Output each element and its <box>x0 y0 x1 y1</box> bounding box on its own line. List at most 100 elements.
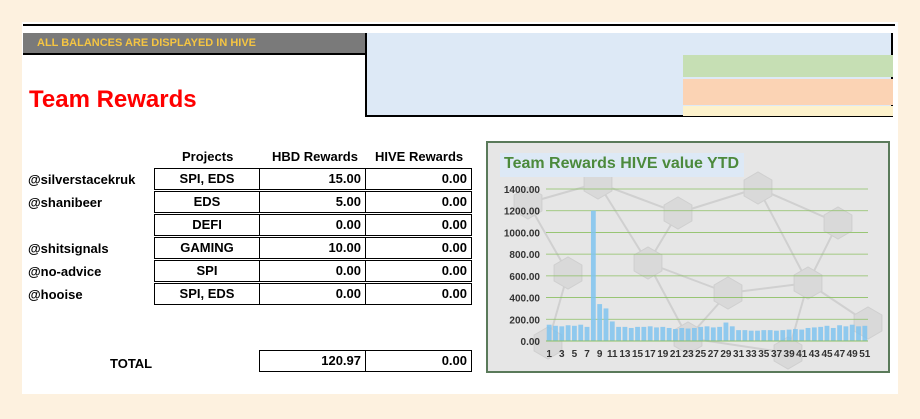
total-hive[interactable]: 0.00 <box>365 350 472 372</box>
y-tick-label: 1000.00 <box>504 228 541 239</box>
y-tick-label: 1400.00 <box>504 185 541 196</box>
bar <box>679 327 685 341</box>
x-tick-label: 15 <box>632 349 644 360</box>
x-tick-label: 23 <box>683 349 695 360</box>
x-tick-label: 37 <box>771 349 783 360</box>
row-project[interactable]: SPI, EDS <box>154 283 260 305</box>
bar <box>553 325 558 341</box>
x-tick-label: 33 <box>746 349 758 360</box>
bar <box>755 330 760 341</box>
bar <box>774 330 779 341</box>
x-tick-label: 21 <box>670 349 682 360</box>
x-tick-label: 13 <box>619 349 631 360</box>
hbd-header: HBD Rewards <box>272 149 358 164</box>
yellow-strip <box>683 106 893 116</box>
bar <box>767 330 773 341</box>
row-hbd[interactable]: 0.00 <box>259 214 366 236</box>
row-project[interactable]: EDS <box>154 191 260 213</box>
x-tick-label: 3 <box>559 349 565 360</box>
bar <box>830 327 836 341</box>
row-user: @silverstacekruk <box>28 172 136 187</box>
bar <box>856 326 861 341</box>
row-project[interactable]: GAMING <box>154 237 260 259</box>
row-hive[interactable]: 0.00 <box>365 168 472 190</box>
bar <box>691 327 697 341</box>
x-tick-label: 43 <box>809 349 821 360</box>
x-tick-label: 45 <box>821 349 833 360</box>
row-hive[interactable]: 0.00 <box>365 260 472 282</box>
row-hbd[interactable]: 10.00 <box>259 237 366 259</box>
x-tick-label: 25 <box>695 349 707 360</box>
bar <box>578 324 584 341</box>
bar <box>843 326 849 341</box>
top-border <box>23 24 895 26</box>
row-hbd[interactable]: 0.00 <box>259 283 366 305</box>
bar <box>666 327 672 341</box>
bar <box>862 325 868 341</box>
row-hive[interactable]: 0.00 <box>365 191 472 213</box>
bar <box>641 326 647 341</box>
row-hive[interactable]: 0.00 <box>365 214 472 236</box>
x-tick-label: 49 <box>847 349 859 360</box>
row-user: @shitsignals <box>28 241 109 256</box>
rewards-chart[interactable]: Team Rewards HIVE value YTD 0.00 200.00 40… <box>486 141 890 373</box>
bar <box>742 330 748 341</box>
total-label: TOTAL <box>110 356 153 371</box>
bar <box>818 326 824 341</box>
bar <box>616 326 622 341</box>
row-user: @hooise <box>28 287 83 302</box>
bar <box>723 322 729 341</box>
bar <box>559 326 565 341</box>
bar <box>736 330 741 341</box>
bar <box>635 326 640 341</box>
x-tick-label: 1 <box>546 349 552 360</box>
x-tick-label: 51 <box>859 349 871 360</box>
bar <box>799 329 805 341</box>
bar <box>748 330 754 341</box>
bar <box>609 321 615 341</box>
y-tick-label: 400.00 <box>509 294 540 305</box>
bar <box>622 326 628 341</box>
banner-underline <box>23 53 367 55</box>
row-project[interactable]: DEFI <box>154 214 260 236</box>
bar <box>792 329 798 341</box>
bar <box>710 327 716 341</box>
bar <box>590 210 596 341</box>
x-tick-label: 11 <box>607 349 618 360</box>
bar <box>603 308 609 341</box>
y-tick-label: 600.00 <box>509 272 540 283</box>
peach-strip <box>683 79 893 105</box>
row-hive[interactable]: 0.00 <box>365 283 472 305</box>
total-hbd[interactable]: 120.97 <box>259 350 366 372</box>
bar <box>704 326 710 341</box>
y-tick-label: 0.00 <box>521 337 541 348</box>
bar <box>685 328 691 341</box>
row-hbd[interactable]: 5.00 <box>259 191 366 213</box>
row-project[interactable]: SPI, EDS <box>154 168 260 190</box>
chart-plot: 0.00 200.00 400.00 600.00 800.00 1000.00 1200.… <box>504 185 871 360</box>
balances-banner: ALL BALANCES ARE DISPLAYED IN HIVE <box>23 33 365 54</box>
bar <box>780 330 786 341</box>
projects-header: Projects <box>182 149 234 164</box>
bar <box>597 304 603 341</box>
bar <box>849 324 855 341</box>
bar <box>673 329 678 341</box>
row-hive[interactable]: 0.00 <box>365 237 472 259</box>
bar <box>660 326 666 341</box>
bar <box>698 326 704 341</box>
bar <box>761 330 767 341</box>
x-tick-label: 27 <box>708 349 720 360</box>
hive-header: HIVE Rewards <box>375 149 464 164</box>
x-tick-label: 31 <box>733 349 745 360</box>
bar <box>654 327 659 341</box>
x-tick-label: 47 <box>834 349 846 360</box>
row-project[interactable]: SPI <box>154 260 260 282</box>
green-strip <box>683 55 893 77</box>
row-hbd[interactable]: 0.00 <box>259 260 366 282</box>
page-title: Team Rewards <box>29 86 197 113</box>
bar <box>824 325 830 341</box>
row-hbd[interactable]: 15.00 <box>259 168 366 190</box>
row-user: @no-advice <box>28 264 102 279</box>
bar <box>729 326 735 341</box>
y-tick-label: 1200.00 <box>504 207 541 218</box>
